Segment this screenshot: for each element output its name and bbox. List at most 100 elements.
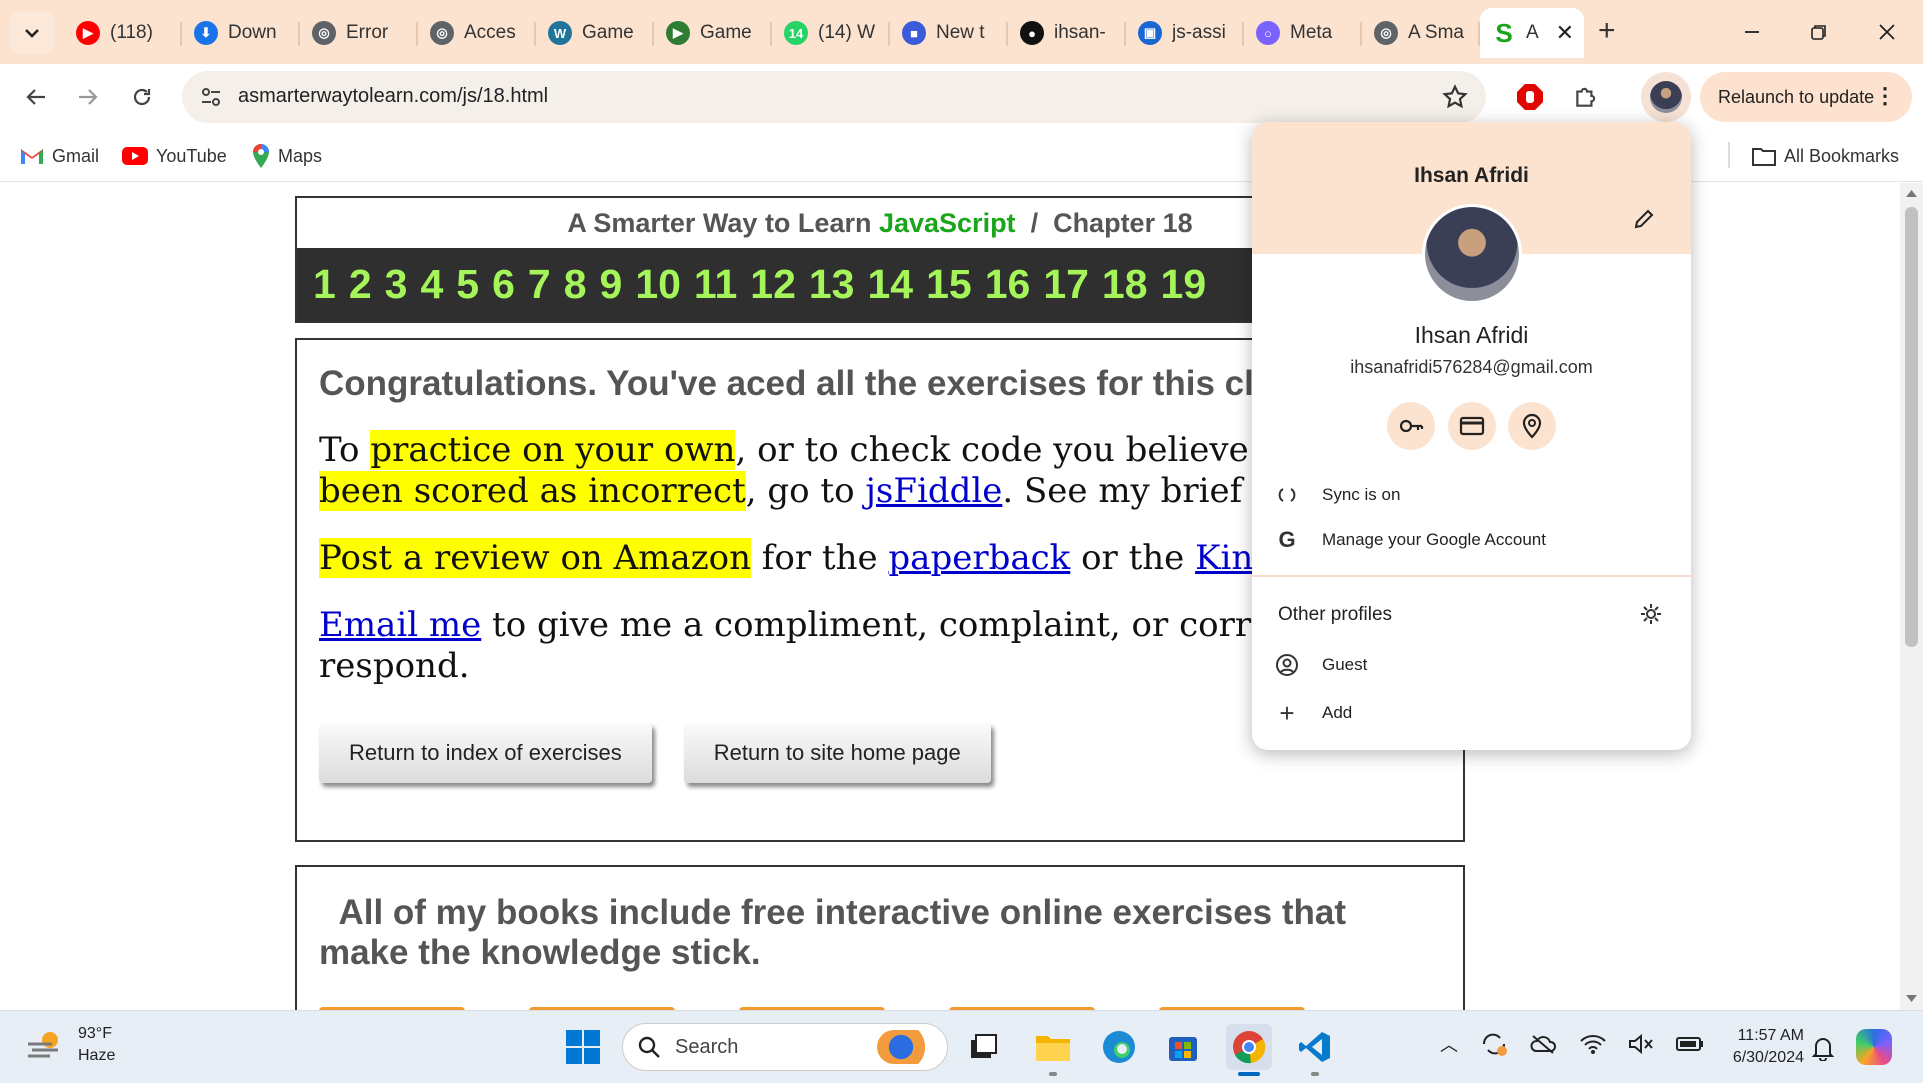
taskbar-edge[interactable] <box>1096 1024 1142 1070</box>
scroll-down-icon[interactable] <box>1906 995 1917 1003</box>
bookmark-maps[interactable]: Maps <box>252 142 322 170</box>
copilot-icon[interactable] <box>1856 1029 1892 1065</box>
extensions-button[interactable] <box>1566 77 1606 117</box>
addresses-button[interactable] <box>1508 402 1556 450</box>
notification-bell-icon[interactable] <box>1812 1035 1834 1061</box>
return-to-index-button[interactable]: Return to index of exercises <box>319 723 652 783</box>
chapter-link[interactable]: 8 <box>564 261 587 308</box>
bookmark-star-icon[interactable] <box>1442 84 1468 110</box>
more-menu-icon[interactable]: ⋮ <box>1874 83 1896 109</box>
update-sync-icon[interactable] <box>1480 1031 1508 1057</box>
manage-google-account-row[interactable]: G Manage your Google Account <box>1252 519 1691 561</box>
volume-muted-icon[interactable] <box>1628 1033 1654 1055</box>
chapter-link[interactable]: 18 <box>1102 261 1148 308</box>
tab-title: A Sma <box>1408 22 1464 43</box>
taskbar-vscode[interactable] <box>1292 1024 1338 1076</box>
browser-tab[interactable]: ▣ js-assi <box>1126 8 1244 58</box>
minimize-button[interactable] <box>1722 10 1782 54</box>
all-bookmarks-label: All Bookmarks <box>1784 145 1900 166</box>
search-icon <box>638 1036 660 1058</box>
taskbar-store[interactable] <box>1160 1024 1206 1070</box>
gear-icon[interactable] <box>1639 602 1663 626</box>
browser-tab[interactable]: ▶ Game <box>654 8 772 58</box>
chapter-link[interactable]: 5 <box>456 261 479 308</box>
url-text[interactable]: asmarterwaytolearn.com/js/18.html <box>238 85 548 108</box>
page-scrollbar[interactable] <box>1900 183 1923 1010</box>
browser-tab[interactable]: ■ New t <box>890 8 1008 58</box>
taskbar-chrome[interactable] <box>1226 1024 1272 1076</box>
edit-pencil-icon[interactable] <box>1633 208 1655 230</box>
show-hidden-icons-icon[interactable]: ︿ <box>1440 1031 1458 1057</box>
browser-tab[interactable]: ◎ A Sma <box>1362 8 1480 58</box>
start-button[interactable] <box>560 1024 606 1070</box>
wifi-icon[interactable] <box>1580 1033 1606 1055</box>
chapter-link[interactable]: 3 <box>385 261 408 308</box>
credit-card-icon <box>1459 416 1485 436</box>
chapter-link[interactable]: 17 <box>1043 261 1089 308</box>
puzzle-icon <box>1576 87 1596 107</box>
browser-tab[interactable]: ▶ (118) <box>64 8 182 58</box>
browser-tab[interactable]: ○ Meta <box>1244 8 1362 58</box>
taskbar-file-explorer[interactable] <box>1030 1024 1076 1076</box>
back-button[interactable] <box>16 77 56 117</box>
profile-button[interactable] <box>1641 72 1691 122</box>
highlight-text: been scored as incorrect <box>319 471 746 511</box>
site-settings-icon[interactable] <box>200 86 222 108</box>
passwords-button[interactable] <box>1387 402 1435 450</box>
bookmarks-divider <box>1728 142 1730 168</box>
chapter-link[interactable]: 4 <box>420 261 443 308</box>
taskbar-task-view[interactable] <box>960 1024 1006 1070</box>
chapter-link[interactable]: 2 <box>349 261 372 308</box>
chapter-link[interactable]: 11 <box>694 261 737 308</box>
weather-widget[interactable]: 93°F Haze <box>26 1023 115 1067</box>
reload-button[interactable] <box>122 77 162 117</box>
jsfiddle-link[interactable]: jsFiddle <box>865 471 1002 511</box>
browser-tab[interactable]: 14 (14) W <box>772 8 890 58</box>
close-tab-icon[interactable]: ✕ <box>1556 20 1574 46</box>
browser-tab[interactable]: ● ihsan- <box>1008 8 1126 58</box>
chapter-link[interactable]: 7 <box>528 261 551 308</box>
guest-profile-row[interactable]: Guest <box>1252 644 1691 686</box>
scroll-up-icon[interactable] <box>1906 189 1917 197</box>
payment-methods-button[interactable] <box>1448 402 1496 450</box>
chapter-link[interactable]: 1 <box>313 261 336 308</box>
browser-tab[interactable]: ◎ Acces <box>418 8 536 58</box>
bookmark-gmail[interactable]: Gmail <box>20 142 99 170</box>
address-bar[interactable]: asmarterwaytolearn.com/js/18.html <box>182 71 1486 123</box>
battery-icon[interactable] <box>1676 1036 1704 1052</box>
system-clock[interactable]: 11:57 AM 6/30/2024 <box>1712 1025 1804 1069</box>
chapter-link[interactable]: 13 <box>809 261 855 308</box>
chapter-link[interactable]: 10 <box>635 261 681 308</box>
add-profile-row[interactable]: + Add <box>1252 692 1691 734</box>
forward-button[interactable] <box>68 77 108 117</box>
chapter-link[interactable]: 9 <box>600 261 623 308</box>
taskbar-search[interactable]: Search <box>622 1023 948 1071</box>
text: To <box>319 430 371 470</box>
chapter-link[interactable]: 14 <box>867 261 913 308</box>
new-tab-button[interactable]: + <box>1598 16 1616 46</box>
all-bookmarks-button[interactable]: All Bookmarks <box>1752 142 1899 170</box>
bookmark-youtube[interactable]: YouTube <box>122 142 227 170</box>
tab-title: Game <box>700 22 752 43</box>
return-to-home-button[interactable]: Return to site home page <box>683 723 991 783</box>
sync-status-row[interactable]: Sync is on <box>1252 474 1691 516</box>
restore-button[interactable] <box>1789 10 1849 54</box>
relaunch-to-update-button[interactable]: Relaunch to update ⋮ <box>1700 72 1912 122</box>
chapter-link[interactable]: 16 <box>985 261 1031 308</box>
tab-search-button[interactable] <box>10 12 54 54</box>
email-me-link[interactable]: Email me <box>319 605 481 645</box>
chapter-link[interactable]: 19 <box>1161 261 1207 308</box>
close-window-button[interactable] <box>1857 10 1917 54</box>
browser-tab[interactable]: W Game <box>536 8 654 58</box>
browser-tab[interactable]: ⬇ Down <box>182 8 300 58</box>
chapter-link[interactable]: 12 <box>750 261 796 308</box>
browser-tab-active[interactable]: S A ✕ <box>1480 8 1584 58</box>
scroll-thumb[interactable] <box>1905 207 1918 647</box>
chapter-link[interactable]: 6 <box>492 261 515 308</box>
folder-icon <box>1036 1036 1070 1061</box>
adblock-extension-button[interactable] <box>1510 77 1550 117</box>
chapter-link[interactable]: 15 <box>926 261 972 308</box>
paperback-link[interactable]: paperback <box>888 538 1070 578</box>
browser-tab[interactable]: ◎ Error <box>300 8 418 58</box>
onedrive-icon[interactable] <box>1530 1033 1558 1055</box>
